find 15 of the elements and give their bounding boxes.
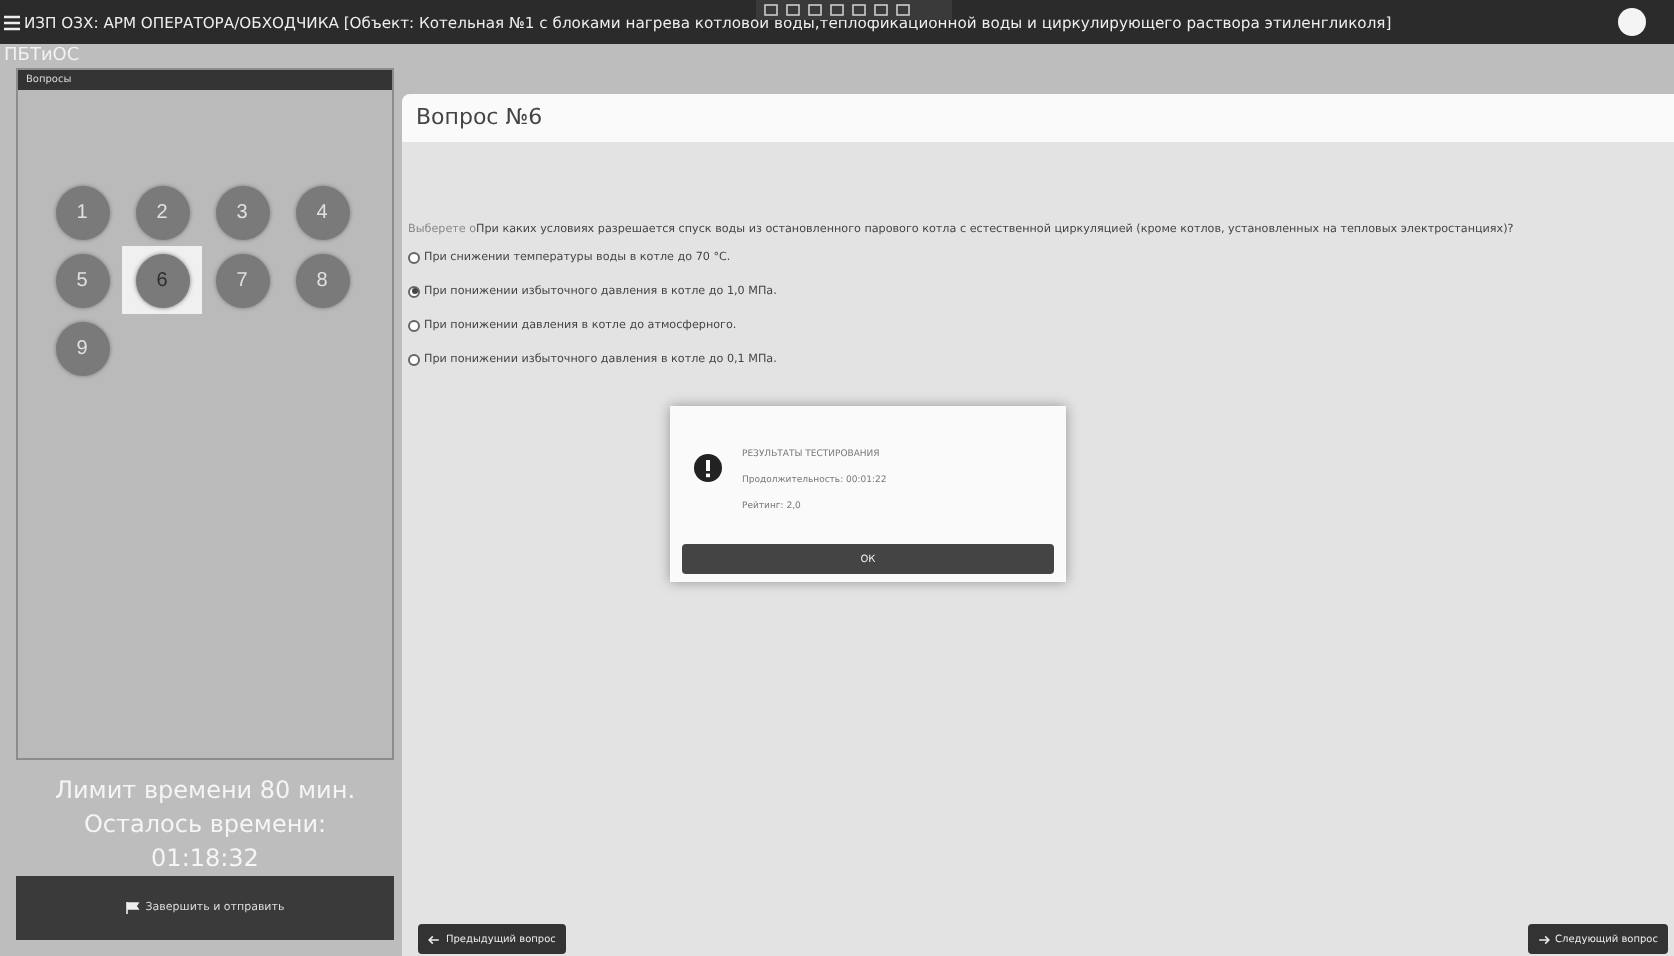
timer-text: Лимит времени 80 мин. (54, 774, 356, 809)
menu-icon[interactable] (4, 13, 20, 31)
timer-text: 01:18:32 (151, 842, 259, 877)
radio-button[interactable] (408, 353, 420, 365)
radio-button[interactable] (408, 251, 420, 263)
radio-button[interactable] (408, 285, 420, 297)
left-arrow-icon (428, 933, 440, 945)
user-avatar[interactable] (1618, 8, 1646, 36)
right-arrow-icon (1537, 933, 1550, 945)
timer-text: Осталось времени: (83, 808, 327, 843)
question-number-button[interactable]: 6 (122, 246, 202, 314)
question-title: Вопрос №6 (402, 94, 1674, 142)
flag-icon (125, 902, 140, 915)
alert-icon (694, 454, 722, 482)
radio-button[interactable] (408, 319, 420, 331)
